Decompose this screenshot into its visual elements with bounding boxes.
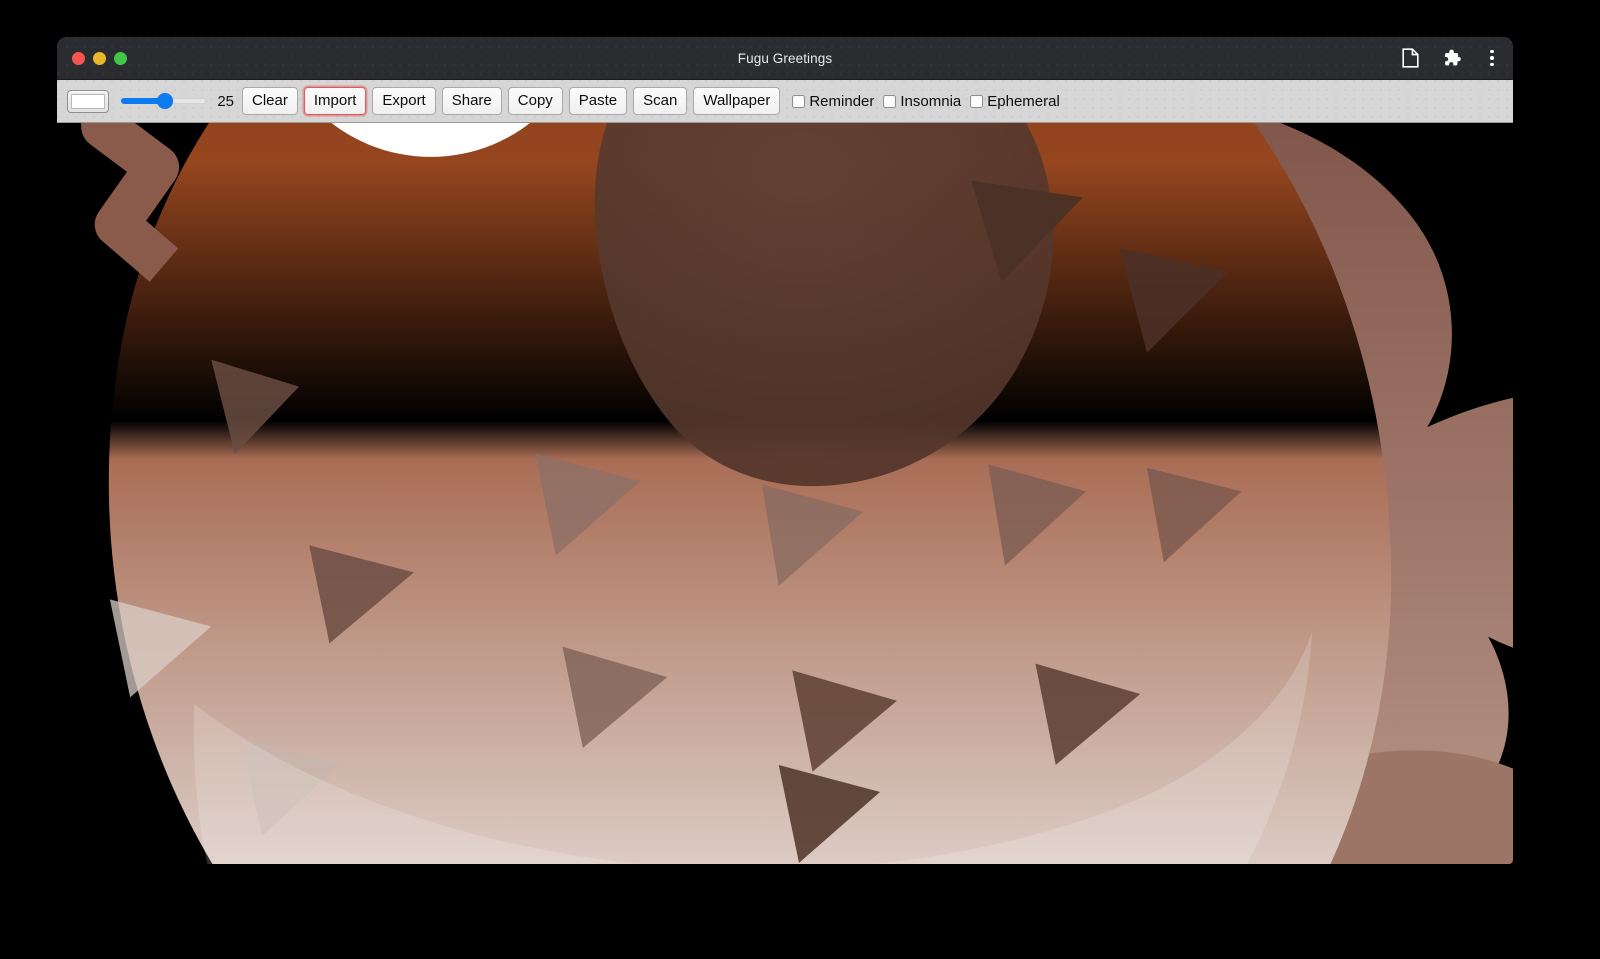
insomnia-checkbox-label: Insomnia [900,93,961,110]
ephemeral-checkbox[interactable] [970,95,983,108]
import-button[interactable]: Import [304,87,367,115]
paste-button[interactable]: Paste [569,87,627,115]
copy-button[interactable]: Copy [508,87,563,115]
scan-button[interactable]: Scan [633,87,687,115]
app-toolbar: 25 Clear Import Export Share Copy Paste … [57,80,1513,123]
window-titlebar: Fugu Greetings [57,37,1513,80]
share-button[interactable]: Share [442,87,502,115]
minimize-window-button[interactable] [93,52,106,65]
clear-button[interactable]: Clear [242,87,298,115]
traffic-light-group [72,37,127,79]
line-width-slider[interactable] [121,91,206,111]
window-title: Fugu Greetings [57,51,1513,66]
slider-value-label: 25 [216,93,234,110]
color-swatch-fill [71,94,105,109]
fugu-artwork [57,123,1513,864]
checkbox-group: Reminder Insomnia Ephemeral [792,93,1068,110]
drawing-canvas[interactable] [57,123,1513,864]
puzzle-icon[interactable] [1441,47,1463,69]
reminder-checkbox[interactable] [792,95,805,108]
color-picker-input[interactable] [67,90,109,113]
insomnia-checkbox-row[interactable]: Insomnia [883,93,961,110]
insomnia-checkbox[interactable] [883,95,896,108]
slider-thumb[interactable] [157,93,173,109]
wallpaper-button[interactable]: Wallpaper [693,87,780,115]
blowfish-illustration [57,123,1513,864]
screen: Fugu Greetings [0,0,1600,959]
reminder-checkbox-label: Reminder [809,93,874,110]
close-window-button[interactable] [72,52,85,65]
ephemeral-checkbox-row[interactable]: Ephemeral [970,93,1060,110]
export-button[interactable]: Export [372,87,435,115]
kebab-menu-icon[interactable] [1483,47,1501,69]
app-window: Fugu Greetings [57,37,1513,864]
maximize-window-button[interactable] [114,52,127,65]
page-icon[interactable] [1399,47,1421,69]
titlebar-actions [1399,37,1501,79]
reminder-checkbox-row[interactable]: Reminder [792,93,874,110]
ephemeral-checkbox-label: Ephemeral [987,93,1060,110]
